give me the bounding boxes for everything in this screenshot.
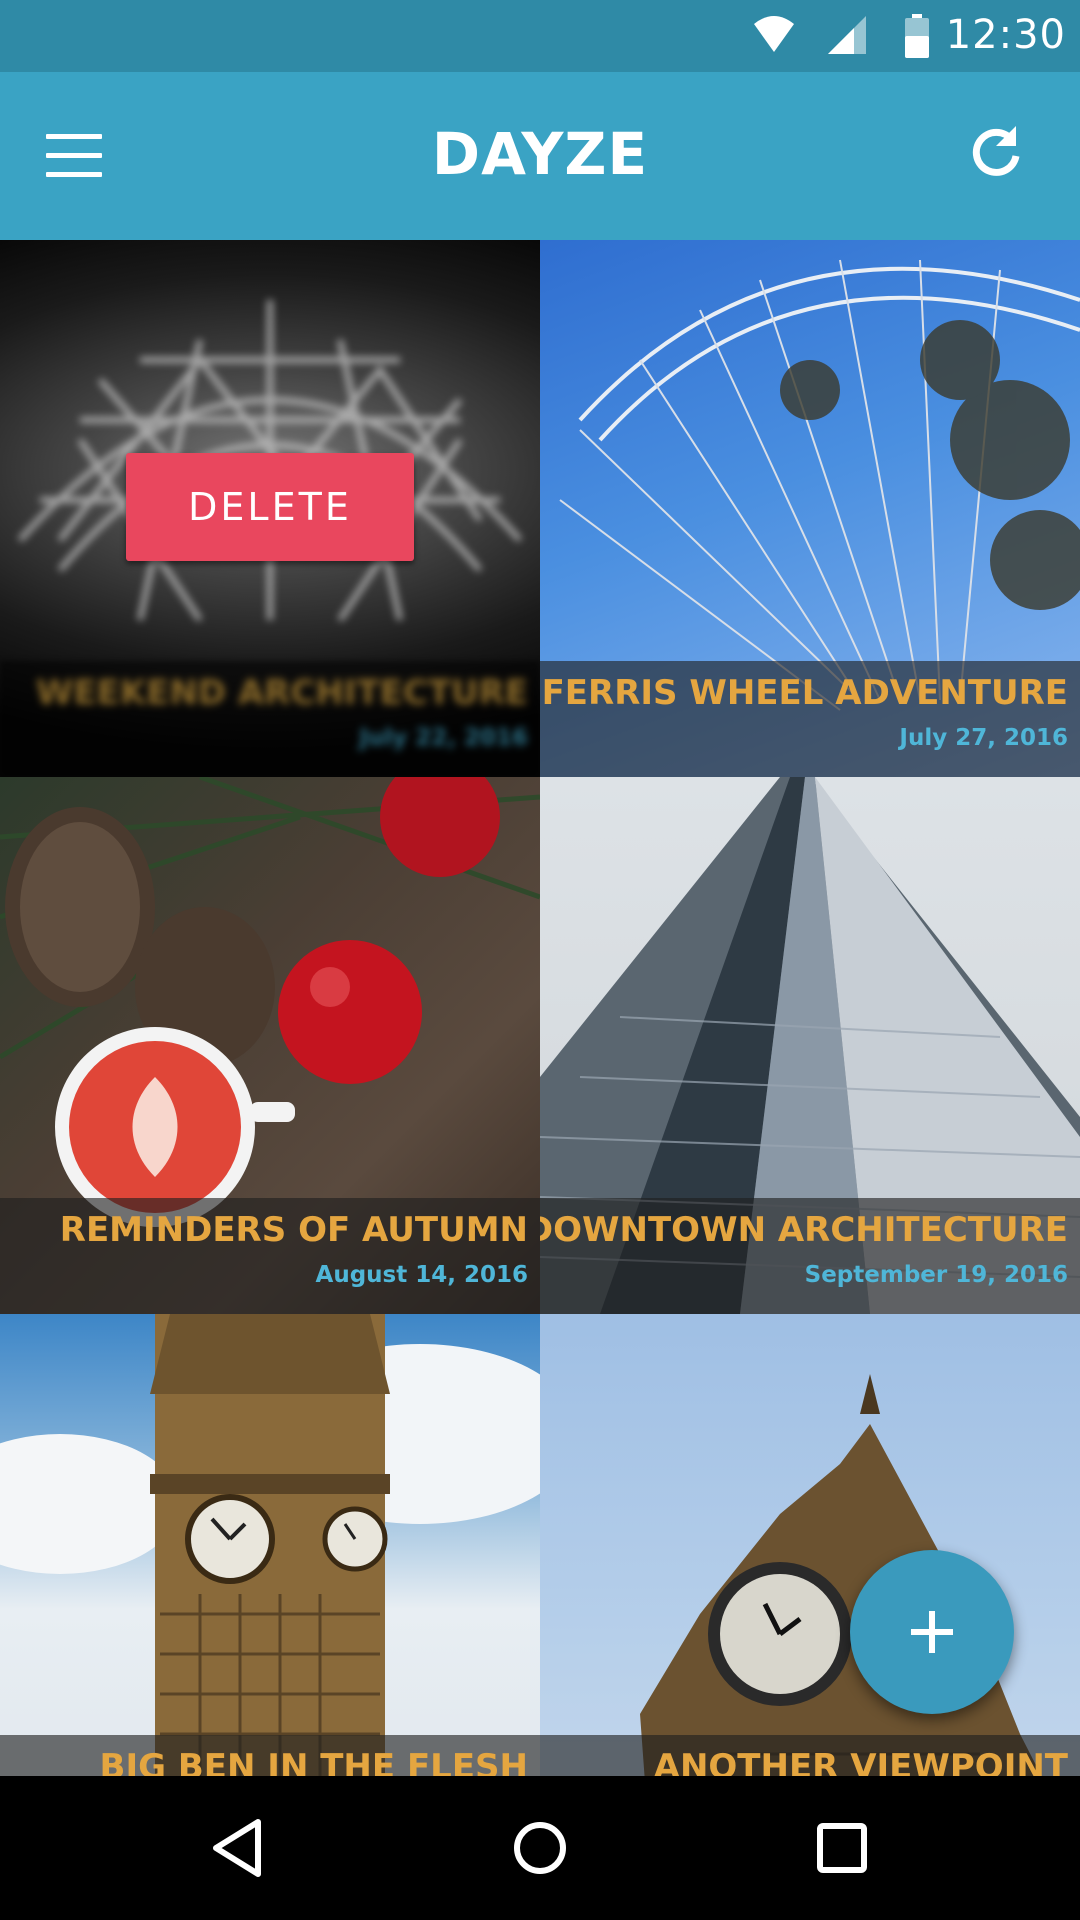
card-title: BIG BEN IN THE FLESH <box>99 1747 528 1776</box>
card-title: FERRIS WHEEL ADVENTURE <box>541 673 1068 713</box>
journal-card[interactable]: REMINDERS OF AUTUMN August 14, 2016 <box>0 777 540 1314</box>
wifi-icon <box>754 16 794 52</box>
card-date: September 19, 2016 <box>804 1262 1068 1288</box>
journal-card[interactable]: BIG BEN IN THE FLESH <box>0 1314 540 1776</box>
journal-grid: WEEKEND ARCHITECTURE July 22, 2016 DELET… <box>0 240 1080 1776</box>
card-title: WEEKEND ARCHITECTURE <box>35 673 528 713</box>
status-bar: 12:30 <box>0 0 1080 72</box>
app-bar: DAYZE <box>0 72 1080 240</box>
refresh-icon <box>972 126 1020 176</box>
back-button[interactable] <box>202 1812 274 1884</box>
journal-card[interactable]: DOWNTOWN ARCHITECTURE September 19, 2016 <box>540 777 1080 1314</box>
card-title: ANOTHER VIEWPOINT <box>653 1747 1068 1776</box>
signal-icon <box>828 16 866 54</box>
delete-button[interactable]: DELETE <box>126 453 414 561</box>
recents-button[interactable] <box>806 1812 878 1884</box>
recents-icon <box>817 1823 867 1873</box>
card-caption: REMINDERS OF AUTUMN August 14, 2016 <box>0 1198 540 1314</box>
card-photo <box>540 1314 1080 1776</box>
app-title: DAYZE <box>431 120 649 188</box>
add-entry-button[interactable] <box>850 1550 1014 1714</box>
card-date: July 27, 2016 <box>899 725 1068 751</box>
refresh-button[interactable] <box>966 122 1026 182</box>
home-icon <box>514 1822 566 1874</box>
card-date: August 14, 2016 <box>315 1262 528 1288</box>
card-caption: FERRIS WHEEL ADVENTURE July 27, 2016 <box>540 661 1080 777</box>
card-title: REMINDERS OF AUTUMN <box>59 1210 528 1250</box>
card-caption: WEEKEND ARCHITECTURE July 22, 2016 <box>0 661 540 777</box>
card-caption: ANOTHER VIEWPOINT <box>540 1735 1080 1776</box>
card-caption: BIG BEN IN THE FLESH <box>0 1735 540 1776</box>
navigation-bar <box>0 1776 1080 1920</box>
card-date: July 22, 2016 <box>359 725 528 751</box>
card-photo <box>0 1314 540 1776</box>
card-title: DOWNTOWN ARCHITECTURE <box>540 1210 1068 1250</box>
card-caption: DOWNTOWN ARCHITECTURE September 19, 2016 <box>540 1198 1080 1314</box>
journal-card[interactable]: FERRIS WHEEL ADVENTURE July 27, 2016 <box>540 240 1080 777</box>
journal-card[interactable]: WEEKEND ARCHITECTURE July 22, 2016 DELET… <box>0 240 540 777</box>
clock: 12:30 <box>945 12 1066 58</box>
back-icon <box>213 1819 261 1877</box>
battery-icon <box>905 14 929 58</box>
home-button[interactable] <box>504 1812 576 1884</box>
screen: 12:30 DAYZE WEEKEND ARCHITECTURE July 22… <box>0 0 1080 1920</box>
journal-card[interactable]: ANOTHER VIEWPOINT <box>540 1314 1080 1776</box>
